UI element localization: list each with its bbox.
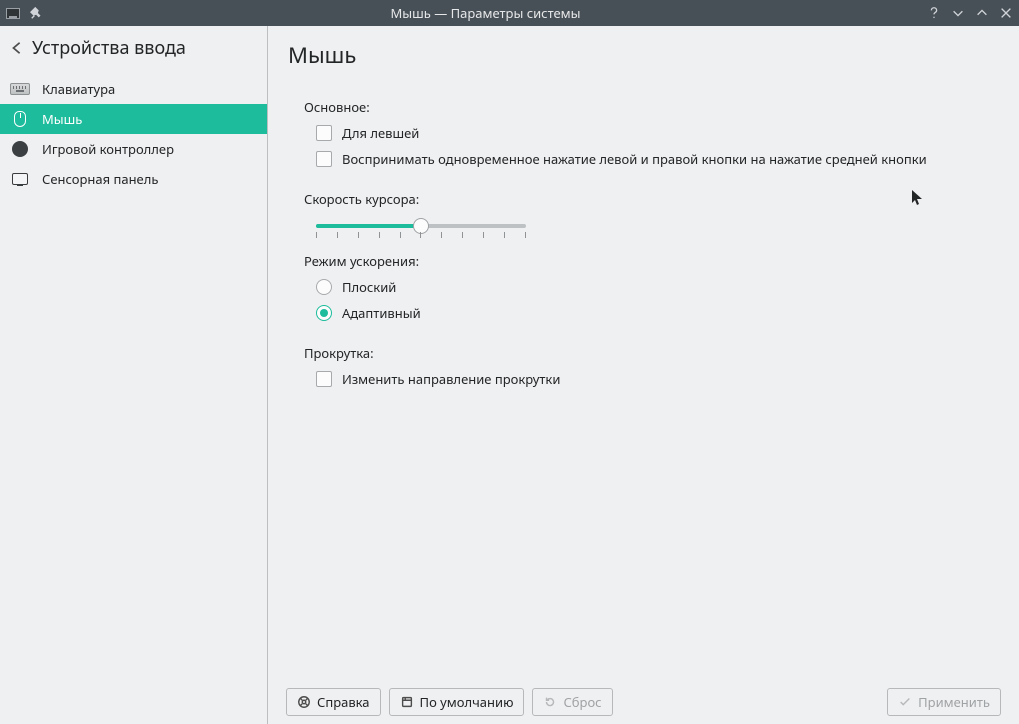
cursor-speed-slider[interactable] [316, 216, 526, 246]
radio-accel-adaptive[interactable] [316, 305, 332, 321]
gamepad-icon [10, 141, 30, 157]
option-accel-flat-label: Плоский [342, 278, 396, 296]
window-title: Мышь — Параметры системы [44, 4, 927, 22]
sidebar-item-keyboard[interactable]: Клавиатура [0, 74, 267, 104]
keyboard-icon [10, 81, 30, 97]
footer-toolbar: Справка По умолчанию Сброс Применить [286, 680, 1001, 724]
option-middle-emulation-label: Воспринимать одновременное нажатие левой… [342, 150, 927, 168]
sidebar-item-gamepad[interactable]: Игровой контроллер [0, 134, 267, 164]
app-icon [6, 6, 20, 20]
sidebar-item-label: Сенсорная панель [42, 170, 158, 188]
section-scroll-label: Прокрутка: [304, 344, 1001, 362]
section-general-label: Основное: [304, 98, 1001, 116]
titlebar: Мышь — Параметры системы [0, 0, 1019, 26]
defaults-button[interactable]: По умолчанию [389, 688, 525, 716]
checkbox-middle-emulation[interactable] [316, 151, 332, 167]
reset-button-label: Сброс [563, 693, 601, 711]
checkbox-invert-scroll[interactable] [316, 371, 332, 387]
sidebar-item-label: Игровой контроллер [42, 140, 174, 158]
radio-accel-flat[interactable] [316, 279, 332, 295]
close-icon[interactable] [999, 6, 1013, 20]
apply-button-label: Применить [918, 693, 990, 711]
pin-icon[interactable] [30, 6, 44, 20]
option-invert-scroll-label: Изменить направление прокрутки [342, 370, 560, 388]
help-icon[interactable] [927, 6, 941, 20]
mouse-icon [10, 111, 30, 127]
help-button[interactable]: Справка [286, 688, 381, 716]
checkbox-left-handed[interactable] [316, 125, 332, 141]
sidebar-back-header[interactable]: Устройства ввода [0, 26, 267, 74]
sidebar-item-touchpad[interactable]: Сенсорная панель [0, 164, 267, 194]
touchpad-icon [10, 171, 30, 187]
section-accel-label: Режим ускорения: [304, 252, 1001, 270]
cursor-icon [911, 189, 925, 211]
sidebar-item-label: Клавиатура [42, 80, 115, 98]
page-title: Мышь [288, 40, 1001, 70]
help-button-label: Справка [317, 693, 370, 711]
section-speed-label: Скорость курсора: [304, 190, 1001, 208]
reset-button: Сброс [532, 688, 612, 716]
option-left-handed-label: Для левшей [342, 124, 419, 142]
option-accel-adaptive-label: Адаптивный [342, 304, 421, 322]
maximize-icon[interactable] [975, 6, 989, 20]
content-pane: Мышь Основное: Для левшей Воспринимать о… [268, 26, 1019, 724]
defaults-button-label: По умолчанию [420, 693, 514, 711]
sidebar: Устройства ввода Клавиатура Мышь Игровой… [0, 26, 268, 724]
sidebar-item-label: Мышь [42, 110, 82, 128]
sidebar-header-label: Устройства ввода [32, 36, 186, 60]
sidebar-item-mouse[interactable]: Мышь [0, 104, 267, 134]
apply-button: Применить [887, 688, 1001, 716]
minimize-icon[interactable] [951, 6, 965, 20]
